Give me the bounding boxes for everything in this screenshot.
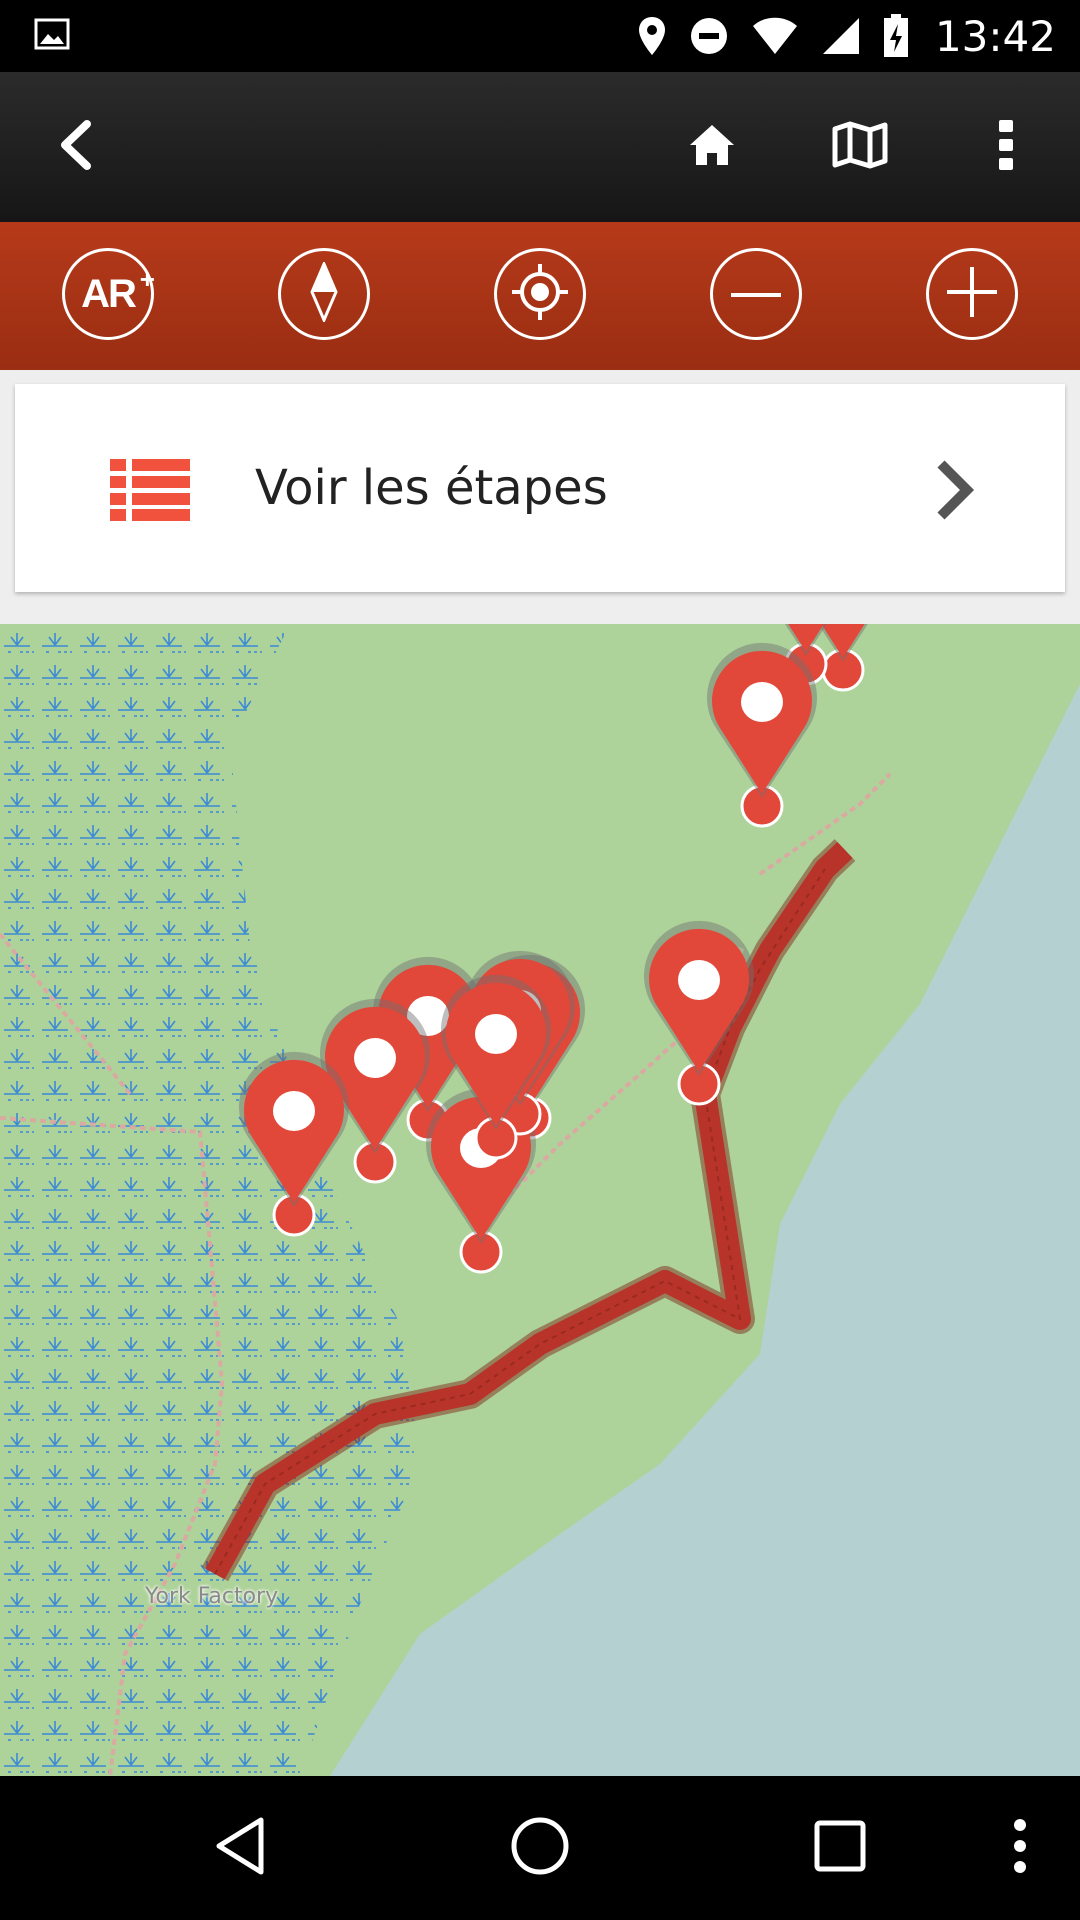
marker-dot [678, 960, 720, 1000]
action-bar [0, 72, 1080, 222]
marker-dot [273, 1091, 315, 1131]
locate-button[interactable] [494, 248, 586, 340]
location-icon [637, 15, 667, 57]
view-steps-button[interactable]: Voir les étapes [15, 384, 1065, 592]
marker-body [712, 650, 812, 794]
map-marker[interactable] [239, 1051, 349, 1237]
zoom-out-icon [731, 285, 781, 304]
ar-label: AR [81, 271, 137, 316]
list-icon [110, 459, 190, 525]
back-button[interactable] [40, 72, 110, 222]
steps-card-area: Voir les étapes [0, 370, 1080, 624]
navigation-bar [0, 1776, 1080, 1920]
status-time: 13:42 [934, 11, 1056, 61]
home-icon [688, 123, 736, 171]
ar-button[interactable]: AR + [62, 248, 155, 340]
zoom-in-icon [947, 267, 997, 321]
map-marker[interactable] [644, 920, 754, 1106]
place-label: York Factory [145, 1584, 279, 1609]
back-icon [57, 120, 93, 174]
marker-dot [741, 682, 783, 722]
marker-dot [354, 1038, 396, 1078]
status-bar: 13:42 [0, 0, 1080, 72]
wifi-icon [751, 16, 799, 56]
nav-recents-button[interactable] [800, 1776, 880, 1920]
compass-icon [309, 260, 339, 326]
ar-plus: + [139, 263, 155, 294]
image-icon [34, 18, 70, 54]
dnd-icon [689, 16, 729, 56]
zoom-in-button[interactable] [926, 248, 1018, 340]
nav-more-icon [1013, 1818, 1027, 1878]
marker-body [649, 928, 749, 1072]
map-view[interactable]: York Factory [0, 624, 1080, 1776]
marker-dot [475, 1014, 517, 1054]
nav-back-button[interactable] [200, 1776, 280, 1920]
overflow-menu-icon [998, 119, 1014, 175]
signal-icon [821, 16, 861, 56]
map-button[interactable] [818, 72, 902, 222]
ar-icon: AR + [81, 264, 155, 317]
map-toolbar: AR + [0, 222, 1080, 370]
nav-more-button[interactable] [1000, 1776, 1040, 1920]
chevron-right-icon [935, 460, 975, 524]
battery-charging-icon [883, 14, 909, 58]
view-steps-label: Voir les étapes [255, 460, 608, 516]
compass-button[interactable] [278, 248, 370, 340]
zoom-out-button[interactable] [710, 248, 802, 340]
map-icon [832, 121, 888, 173]
locate-icon [508, 260, 572, 328]
nav-back-icon [213, 1816, 267, 1880]
overflow-menu-button[interactable] [976, 72, 1036, 222]
marker-body [244, 1059, 344, 1203]
nav-recents-icon [814, 1820, 866, 1876]
nav-home-icon [510, 1816, 570, 1880]
nav-home-button[interactable] [500, 1776, 580, 1920]
map-marker[interactable] [707, 642, 817, 828]
home-button[interactable] [672, 72, 752, 222]
